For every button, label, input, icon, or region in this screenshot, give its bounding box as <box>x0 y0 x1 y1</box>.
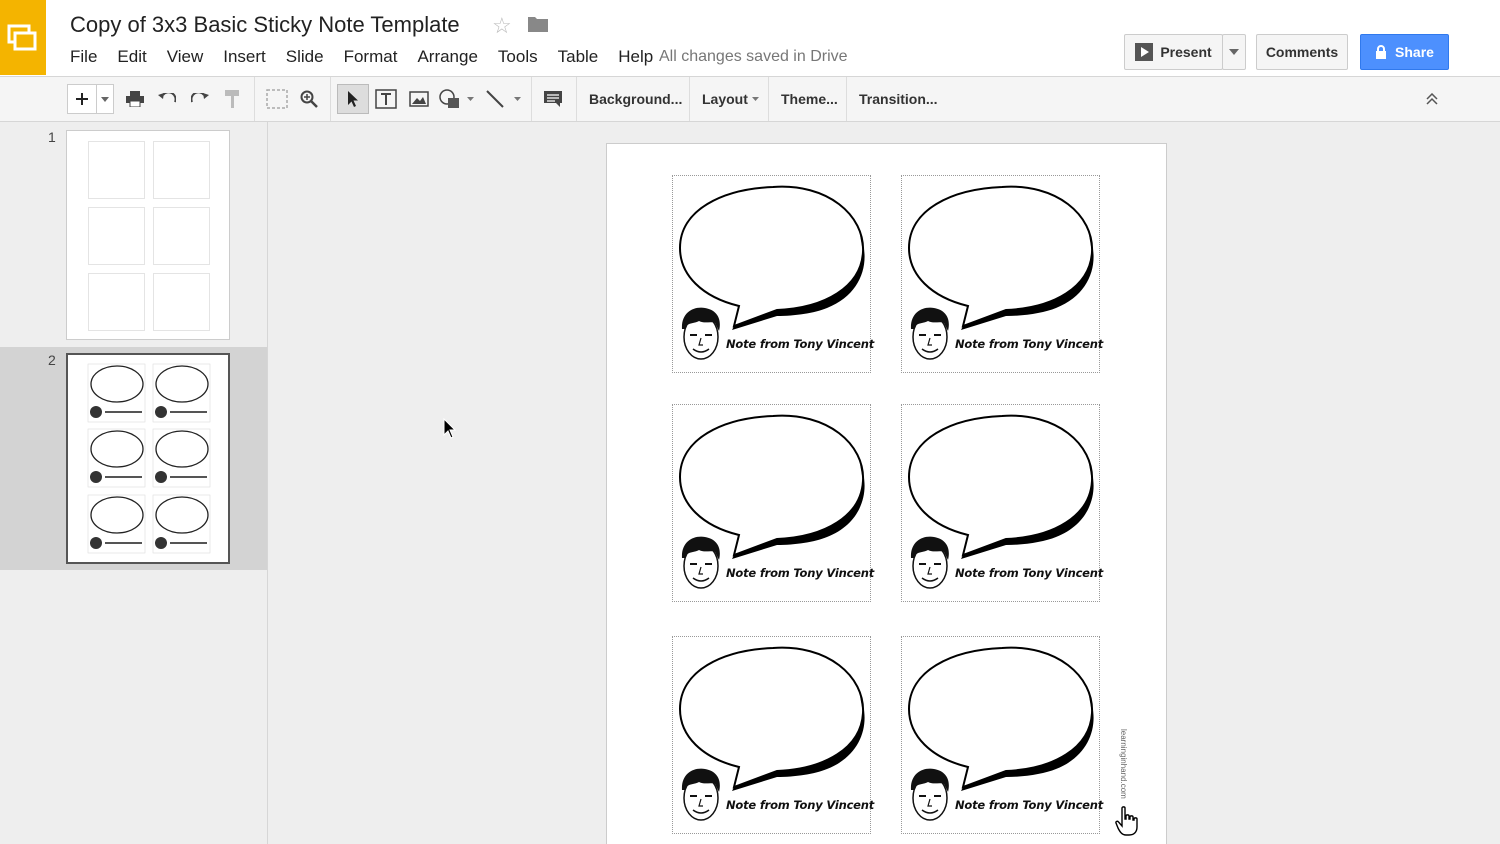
collapse-toolbar-icon[interactable] <box>1422 84 1442 114</box>
slide-canvas[interactable]: Note from Tony Vincent Note from Tony Vi… <box>268 122 1500 844</box>
cartoon-face-icon <box>680 768 721 821</box>
toolbar: Background... Layout Theme... Transition… <box>0 77 1500 122</box>
note-label: Note from Tony Vincent <box>955 566 1104 580</box>
background-button[interactable]: Background... <box>576 77 694 121</box>
menu-arrange[interactable]: Arrange <box>417 47 477 67</box>
slide-number: 1 <box>48 129 56 145</box>
menu-insert[interactable]: Insert <box>223 47 266 67</box>
present-dropdown[interactable] <box>1222 34 1246 70</box>
folder-icon[interactable] <box>527 15 549 38</box>
mouse-pointer-icon <box>443 418 457 439</box>
slide-page[interactable]: Note from Tony Vincent Note from Tony Vi… <box>606 143 1167 844</box>
note-label: Note from Tony Vincent <box>955 798 1104 812</box>
slide-number: 2 <box>48 352 56 368</box>
menu-edit[interactable]: Edit <box>117 47 146 67</box>
line-icon[interactable] <box>483 84 507 114</box>
text-box-icon[interactable] <box>373 84 399 114</box>
menu-view[interactable]: View <box>167 47 204 67</box>
note-label: Note from Tony Vincent <box>726 337 875 351</box>
slides-logo[interactable] <box>0 0 46 75</box>
hand-pointer-icon <box>1115 806 1138 836</box>
chevron-down-icon <box>101 96 109 102</box>
redo-icon[interactable] <box>189 84 211 114</box>
sticky-note[interactable]: Note from Tony Vincent <box>672 404 875 602</box>
document-title[interactable]: Copy of 3x3 Basic Sticky Note Template <box>70 12 460 38</box>
chevron-down-icon <box>751 97 759 101</box>
menu-bar: File Edit View Insert Slide Format Arran… <box>70 47 673 67</box>
note-label: Note from Tony Vincent <box>955 337 1104 351</box>
new-slide-dropdown[interactable] <box>96 84 114 114</box>
sticky-note[interactable]: Note from Tony Vincent <box>672 636 875 834</box>
app-header: Copy of 3x3 Basic Sticky Note Template ☆… <box>0 0 1500 77</box>
menu-table[interactable]: Table <box>558 47 599 67</box>
slide-thumbnail-2[interactable] <box>66 353 230 564</box>
note-label: Note from Tony Vincent <box>726 566 875 580</box>
cartoon-face-icon <box>909 536 950 589</box>
transition-button[interactable]: Transition... <box>846 77 950 121</box>
menu-format[interactable]: Format <box>344 47 398 67</box>
image-icon[interactable] <box>406 84 432 114</box>
share-label: Share <box>1395 44 1434 60</box>
shape-icon[interactable] <box>437 84 463 114</box>
sticky-note[interactable]: Note from Tony Vincent <box>901 636 1104 834</box>
watermark-text: learninginhand.com <box>1119 729 1128 799</box>
chevron-down-icon[interactable] <box>465 84 475 114</box>
sticky-note[interactable]: Note from Tony Vincent <box>901 175 1104 373</box>
play-icon <box>1135 43 1154 61</box>
theme-button[interactable]: Theme... <box>768 77 850 121</box>
save-status[interactable]: All changes saved in Drive <box>659 48 848 66</box>
present-label: Present <box>1160 44 1212 60</box>
menu-slide[interactable]: Slide <box>286 47 324 67</box>
plus-icon <box>76 93 88 105</box>
print-icon[interactable] <box>124 84 146 114</box>
select-cursor-icon[interactable] <box>337 84 369 114</box>
menu-tools[interactable]: Tools <box>498 47 538 67</box>
undo-icon[interactable] <box>156 84 178 114</box>
zoom-fit-icon[interactable] <box>264 84 290 114</box>
slide-filmstrip: 1 2 <box>0 122 268 844</box>
cartoon-face-icon <box>680 536 721 589</box>
cartoon-face-icon <box>909 307 950 360</box>
present-button[interactable]: Present <box>1124 34 1223 70</box>
slide-thumbnail-1[interactable] <box>66 130 230 340</box>
chevron-down-icon[interactable] <box>512 84 522 114</box>
slides-logo-icon <box>7 24 37 51</box>
paint-format-icon[interactable] <box>222 84 244 114</box>
slide-thumbnail-2-preview <box>87 363 211 554</box>
share-button[interactable]: Share <box>1360 34 1449 70</box>
chevron-down-icon <box>1229 49 1239 55</box>
zoom-icon[interactable] <box>298 84 320 114</box>
star-icon[interactable]: ☆ <box>492 13 512 39</box>
sticky-note[interactable]: Note from Tony Vincent <box>672 175 875 373</box>
new-slide-button[interactable] <box>67 84 97 114</box>
cartoon-face-icon <box>909 768 950 821</box>
layout-button[interactable]: Layout <box>689 77 771 121</box>
comments-button[interactable]: Comments <box>1256 34 1348 70</box>
menu-file[interactable]: File <box>70 47 97 67</box>
comment-icon[interactable] <box>541 84 565 114</box>
note-label: Note from Tony Vincent <box>726 798 875 812</box>
lock-icon <box>1376 45 1387 59</box>
layout-label: Layout <box>702 91 748 107</box>
sticky-note[interactable]: Note from Tony Vincent <box>901 404 1104 602</box>
menu-help[interactable]: Help <box>618 47 653 67</box>
cartoon-face-icon <box>680 307 721 360</box>
